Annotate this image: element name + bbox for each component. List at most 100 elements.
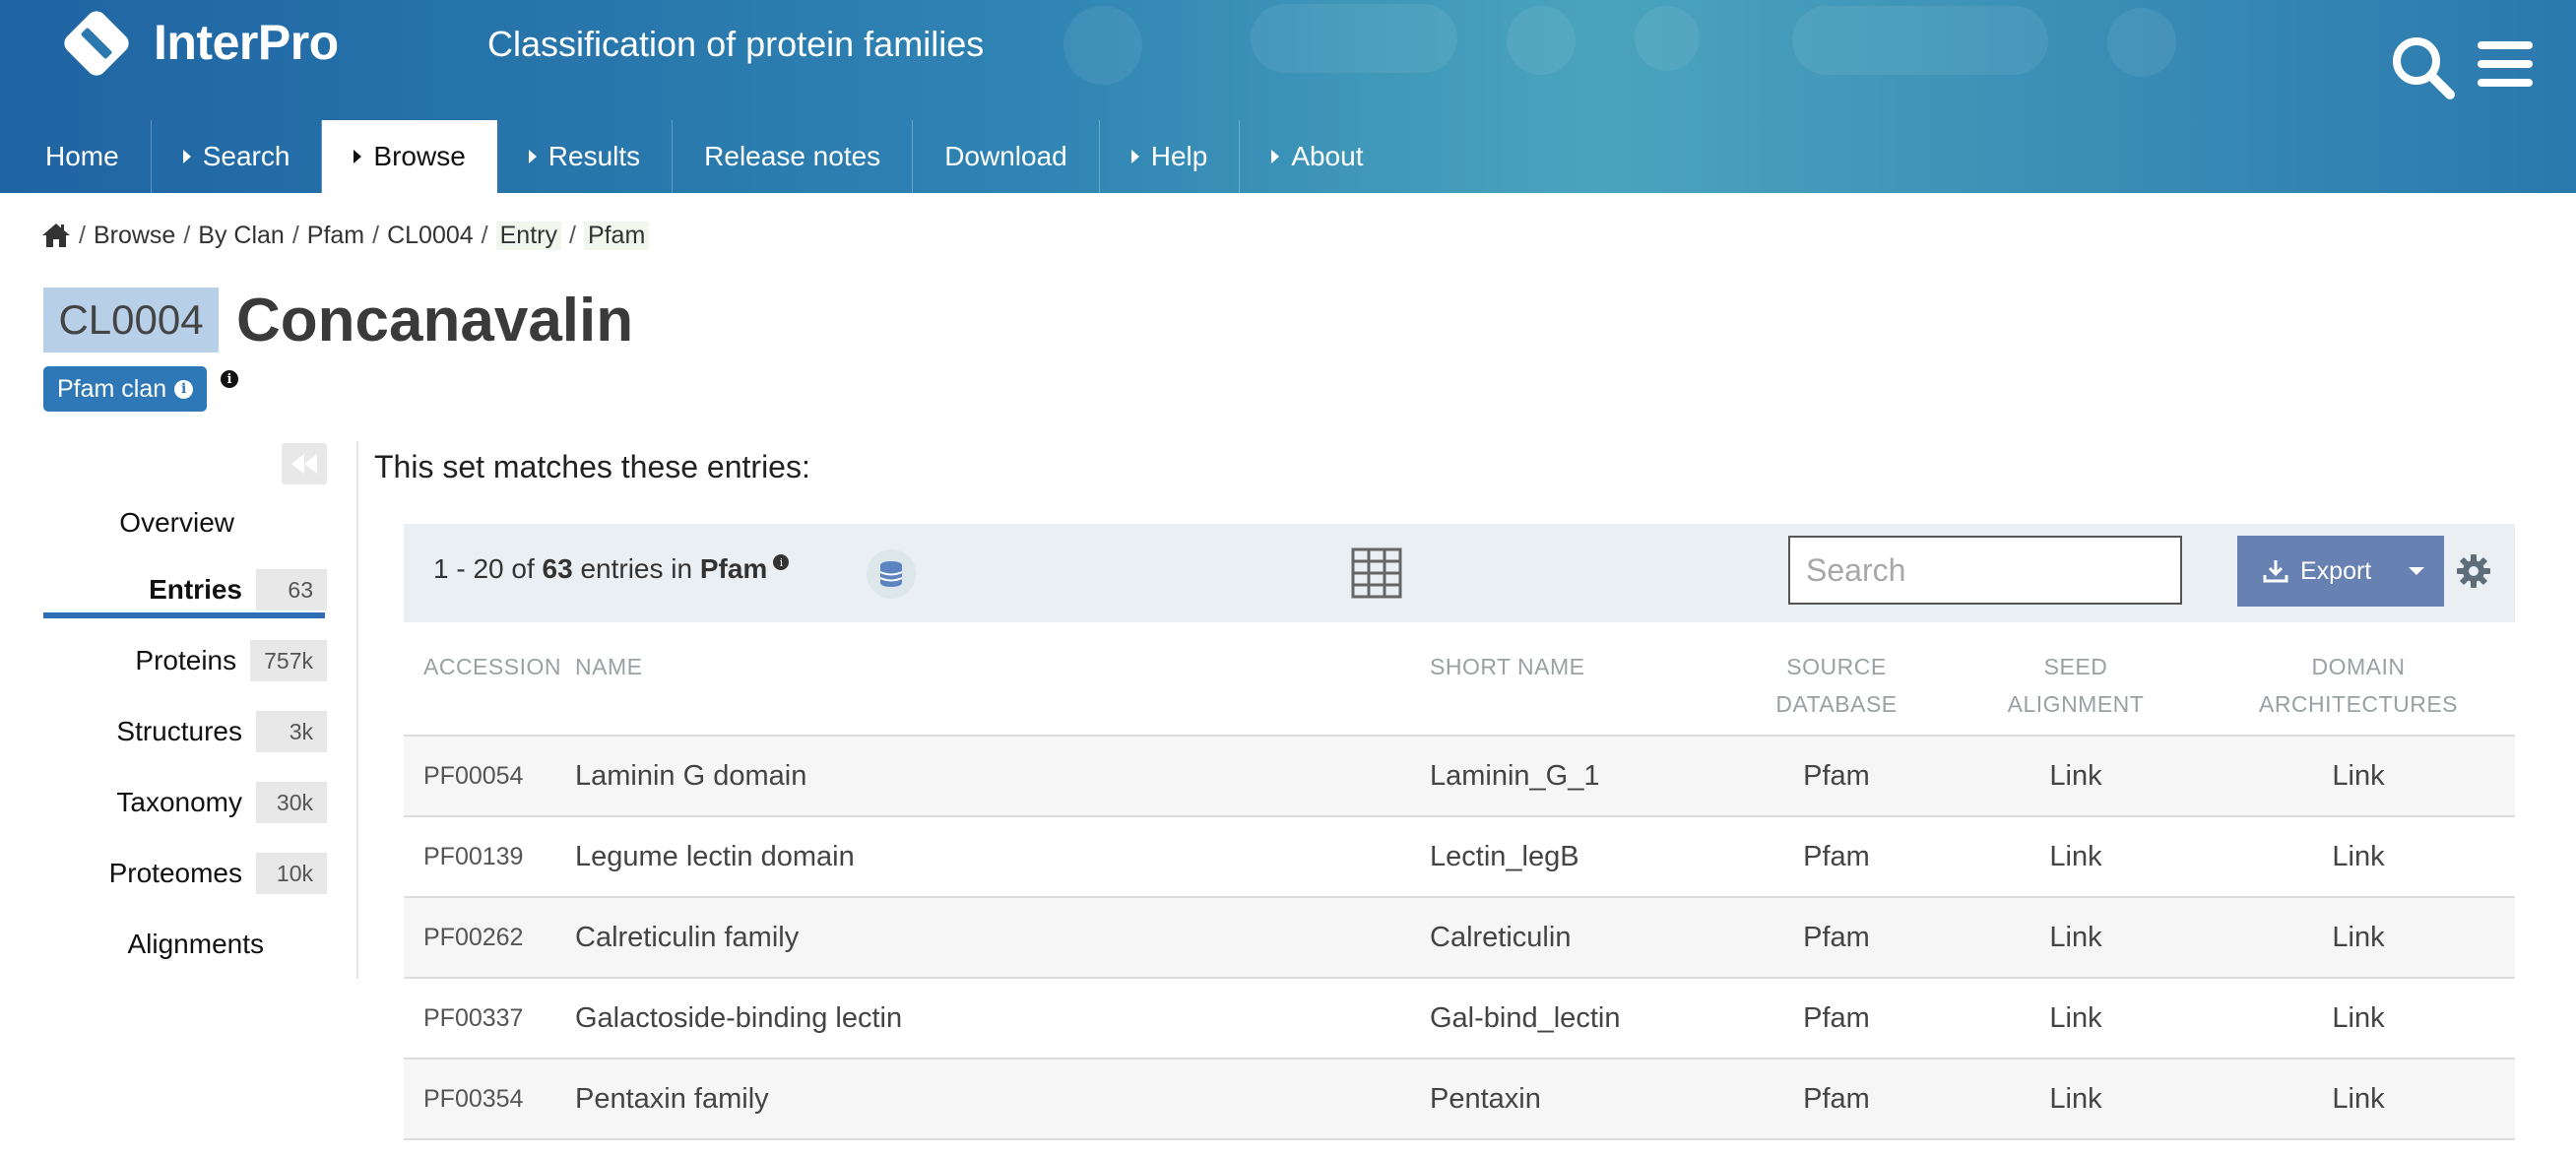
- entity-sidebar: Overview Entries 63 Proteins 757k Struct…: [43, 441, 358, 979]
- nav-label: Help: [1150, 141, 1208, 171]
- main-nav: Home Search Browse Results Release notes…: [0, 120, 1394, 193]
- caret-right-icon: [1130, 150, 1139, 163]
- breadcrumb-separator: /: [183, 221, 191, 249]
- breadcrumb-by-clan[interactable]: By Clan: [198, 222, 285, 250]
- results-total: 63: [542, 553, 573, 584]
- sidebar-item-overview[interactable]: Overview: [119, 500, 234, 546]
- breadcrumb-pfam[interactable]: Pfam: [307, 222, 364, 250]
- sidebar-item-structures[interactable]: Structures 3k: [116, 709, 327, 754]
- table-row: PF00354 Pentaxin family Pentaxin Pfam Li…: [404, 1058, 2515, 1140]
- cell-seed-link[interactable]: Link: [1950, 1058, 2202, 1140]
- breadcrumb-separator: /: [79, 221, 86, 249]
- export-main[interactable]: Export: [2237, 536, 2389, 607]
- sidebar-item-proteomes[interactable]: Proteomes 10k: [109, 851, 327, 896]
- caret-right-icon: [354, 150, 362, 163]
- sidebar-item-taxonomy[interactable]: Taxonomy 30k: [116, 780, 327, 825]
- sidebar-item-label: Proteins: [135, 645, 237, 675]
- sidebar-item-label: Alignments: [127, 929, 264, 959]
- cell-accession[interactable]: PF00354: [404, 1058, 575, 1140]
- breadcrumb-entry[interactable]: Entry: [495, 221, 561, 250]
- col-header-short-name[interactable]: Short name: [1430, 640, 1723, 736]
- header-decoration: [1507, 6, 1576, 75]
- brand-name[interactable]: InterPro: [154, 14, 339, 71]
- cell-accession[interactable]: PF00337: [404, 977, 575, 1059]
- page-title: Concanavalin: [236, 287, 634, 354]
- nav-label: Download: [944, 141, 1067, 171]
- gear-icon[interactable]: [2456, 553, 2491, 589]
- table-search-input[interactable]: [1788, 536, 2182, 605]
- cell-name[interactable]: Galactoside-binding lectin: [575, 977, 1430, 1059]
- sidebar-item-entries[interactable]: Entries 63: [149, 567, 327, 612]
- col-header-domain-architectures[interactable]: Domain architectures: [2202, 640, 2515, 736]
- cell-name[interactable]: Calreticulin family: [575, 896, 1430, 978]
- hamburger-menu-icon[interactable]: [2476, 37, 2535, 91]
- interpro-logo-icon[interactable]: [57, 4, 136, 83]
- breadcrumb-browse[interactable]: Browse: [94, 222, 175, 250]
- grid-view-icon[interactable]: [1351, 547, 1402, 599]
- col-header-name[interactable]: Name: [575, 640, 1430, 736]
- database-icon[interactable]: [867, 549, 916, 599]
- sidebar-item-label: Overview: [119, 507, 234, 538]
- pfam-clan-badge[interactable]: Pfam clan i: [43, 366, 208, 412]
- cell-name[interactable]: Pentaxin family: [575, 1058, 1430, 1140]
- sidebar-item-label: Entries: [149, 574, 242, 605]
- breadcrumb-separator: /: [481, 221, 488, 249]
- badge-label: Pfam clan: [57, 374, 167, 403]
- cell-source-db: Pfam: [1723, 815, 1950, 897]
- nav-label: Browse: [373, 141, 466, 171]
- cell-arch-link[interactable]: Link: [2202, 815, 2515, 897]
- caret-right-icon: [528, 150, 537, 163]
- nav-results[interactable]: Results: [497, 120, 674, 193]
- info-icon[interactable]: i: [773, 554, 790, 570]
- sidebar-item-alignments[interactable]: Alignments: [127, 922, 264, 967]
- caret-right-icon: [182, 150, 191, 163]
- cell-seed-link[interactable]: Link: [1950, 815, 2202, 897]
- sidebar-count: 63: [256, 569, 327, 610]
- export-dropdown-toggle[interactable]: [2389, 536, 2444, 607]
- info-icon[interactable]: i: [221, 370, 238, 388]
- cell-source-db: Pfam: [1723, 977, 1950, 1059]
- col-header-source-database[interactable]: Source database: [1723, 640, 1950, 736]
- results-summary: 1 - 20 of 63 entries in Pfam i: [433, 553, 790, 585]
- header-line: Source: [1786, 654, 1887, 679]
- table-row: PF00054 Laminin G domain Laminin_G_1 Pfa…: [404, 735, 2515, 816]
- cell-name[interactable]: Legume lectin domain: [575, 815, 1430, 897]
- collapse-icon[interactable]: [282, 443, 327, 484]
- cell-arch-link[interactable]: Link: [2202, 735, 2515, 816]
- cell-name[interactable]: Laminin G domain: [575, 735, 1430, 816]
- cell-seed-link[interactable]: Link: [1950, 896, 2202, 978]
- masthead: InterPro Classification of protein famil…: [0, 0, 2576, 193]
- nav-browse[interactable]: Browse: [322, 120, 497, 193]
- nav-search[interactable]: Search: [152, 120, 323, 193]
- section-heading: This set matches these entries:: [374, 449, 810, 484]
- cell-arch-link[interactable]: Link: [2202, 977, 2515, 1059]
- cell-arch-link[interactable]: Link: [2202, 896, 2515, 978]
- col-header-seed-alignment[interactable]: Seed alignment: [1950, 640, 2202, 736]
- col-header-accession[interactable]: Accession: [404, 640, 575, 736]
- nav-help[interactable]: Help: [1100, 120, 1241, 193]
- sidebar-item-label: Proteomes: [108, 858, 242, 888]
- cell-accession[interactable]: PF00139: [404, 815, 575, 897]
- breadcrumb-clan[interactable]: CL0004: [387, 222, 474, 250]
- cell-arch-link[interactable]: Link: [2202, 1058, 2515, 1140]
- nav-download[interactable]: Download: [913, 120, 1100, 193]
- table-row: PF00139 Legume lectin domain Lectin_legB…: [404, 815, 2515, 897]
- home-icon[interactable]: [41, 222, 71, 249]
- cell-accession[interactable]: PF00262: [404, 896, 575, 978]
- nav-home[interactable]: Home: [0, 120, 152, 193]
- results-range: 1 - 20 of: [433, 553, 535, 584]
- search-icon[interactable]: [2389, 33, 2458, 102]
- nav-about[interactable]: About: [1240, 120, 1394, 193]
- breadcrumb-entry-pfam[interactable]: Pfam: [583, 221, 650, 250]
- export-button[interactable]: Export: [2237, 536, 2444, 607]
- sidebar-item-proteins[interactable]: Proteins 757k: [135, 638, 327, 683]
- cell-short-name: Lectin_legB: [1430, 815, 1723, 897]
- sidebar-item-label: Structures: [116, 716, 242, 746]
- cell-seed-link[interactable]: Link: [1950, 735, 2202, 816]
- header-line: database: [1775, 691, 1898, 717]
- cell-seed-link[interactable]: Link: [1950, 977, 2202, 1059]
- header-decoration: [2107, 8, 2176, 77]
- nav-release-notes[interactable]: Release notes: [673, 120, 914, 193]
- nav-label: Release notes: [704, 141, 881, 171]
- cell-accession[interactable]: PF00054: [404, 735, 575, 816]
